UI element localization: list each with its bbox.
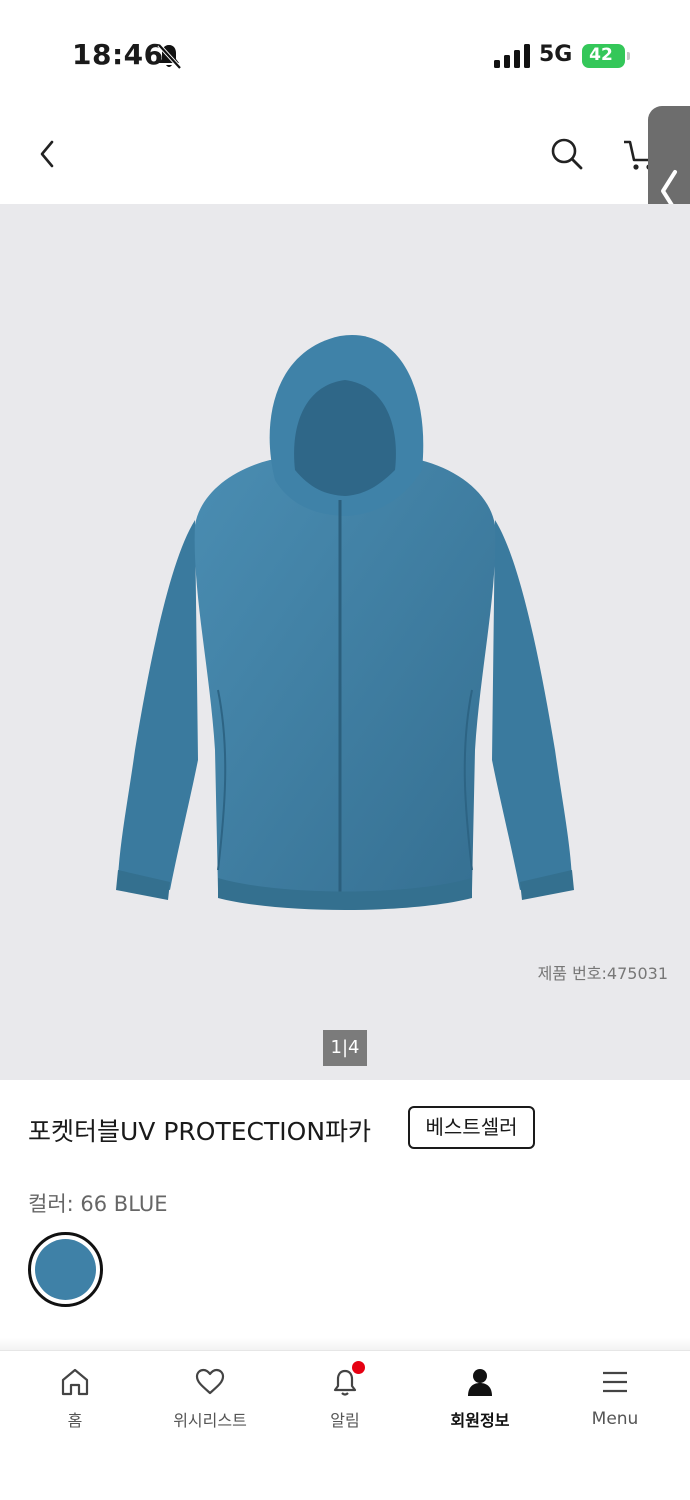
nav-menu-label: Menu: [591, 1409, 639, 1429]
product-number: 제품 번호:475031: [537, 964, 668, 983]
network-type: 5G: [539, 42, 573, 67]
notification-dot: [352, 1361, 365, 1374]
nav-wishlist[interactable]: 위시리스트: [141, 1351, 279, 1461]
image-pager: 1|4: [323, 1030, 367, 1066]
nav-member-info[interactable]: 회원정보: [411, 1351, 549, 1461]
bestseller-badge: 베스트셀러: [408, 1106, 535, 1149]
product-image-area[interactable]: 제품 번호:475031 1|4: [0, 204, 690, 1080]
status-bar: 18:46 5G 42: [0, 0, 690, 100]
signal-icon: [494, 44, 530, 68]
hamburger-icon: [603, 1371, 627, 1393]
search-icon[interactable]: [548, 134, 586, 174]
color-swatch-66-blue[interactable]: [28, 1232, 103, 1307]
nav-notifications-label: 알림: [330, 1411, 360, 1430]
nav-home[interactable]: 홈: [6, 1351, 144, 1461]
product-image: [116, 334, 574, 910]
battery-icon: 42: [582, 44, 630, 68]
bottom-nav: 홈 위시리스트 알림 회원정보 Menu: [0, 1350, 690, 1500]
back-arrow-icon[interactable]: [30, 132, 66, 176]
product-title: 포켓터블UV PROTECTION파카: [28, 1117, 372, 1146]
nav-wishlist-label: 위시리스트: [173, 1411, 247, 1430]
status-time: 18:46: [72, 38, 164, 71]
person-icon: [468, 1369, 492, 1396]
product-title-row: 포켓터블UV PROTECTION파카 베스트셀러: [28, 1106, 668, 1150]
bell-off-icon: [157, 43, 182, 70]
nav-member-info-label: 회원정보: [450, 1411, 510, 1430]
color-label: 컬러: 66 BLUE: [28, 1192, 168, 1216]
heart-icon: [195, 1368, 225, 1395]
nav-menu[interactable]: Menu: [546, 1351, 684, 1461]
color-swatch-fill: [35, 1239, 96, 1300]
battery-level: 42: [589, 45, 613, 65]
nav-home-label: 홈: [67, 1411, 83, 1430]
nav-notifications[interactable]: 알림: [276, 1351, 414, 1461]
top-header: [0, 100, 690, 204]
home-icon: [61, 1368, 89, 1396]
